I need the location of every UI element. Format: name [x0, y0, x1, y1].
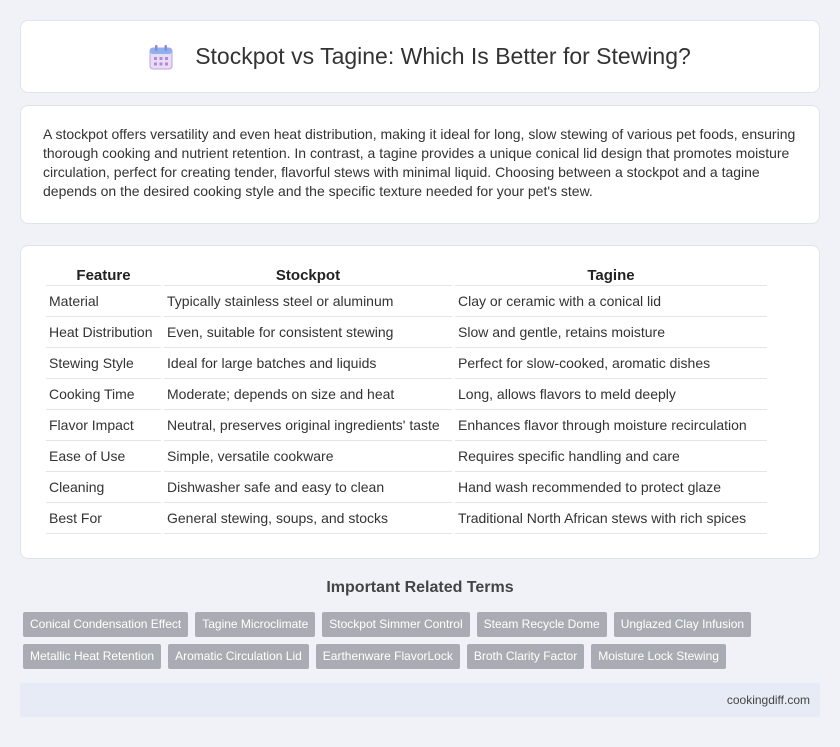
stockpot-cell: General stewing, soups, and stocks [164, 503, 452, 534]
tag-link[interactable]: Moisture Lock Stewing [591, 644, 726, 669]
feature-cell: Material [46, 286, 161, 317]
table-row: Flavor Impact Neutral, preserves origina… [46, 410, 767, 441]
tagine-cell: Clay or ceramic with a conical lid [455, 286, 767, 317]
intro-card: A stockpot offers versatility and even h… [20, 105, 820, 224]
column-header-stockpot: Stockpot [164, 266, 452, 286]
tagine-cell: Traditional North African stews with ric… [455, 503, 767, 534]
tag-row: Metallic Heat Retention Aromatic Circula… [23, 644, 823, 669]
tagine-cell: Slow and gentle, retains moisture [455, 317, 767, 348]
feature-cell: Flavor Impact [46, 410, 161, 441]
stockpot-cell: Even, suitable for consistent stewing [164, 317, 452, 348]
tag-link[interactable]: Aromatic Circulation Lid [168, 644, 309, 669]
tag-link[interactable]: Stockpot Simmer Control [322, 612, 470, 637]
title-card: Stockpot vs Tagine: Which Is Better for … [20, 20, 820, 93]
column-header-feature: Feature [46, 266, 161, 286]
tag-link[interactable]: Earthenware FlavorLock [315, 644, 460, 669]
intro-paragraph: A stockpot offers versatility and even h… [43, 126, 796, 199]
page-title: Stockpot vs Tagine: Which Is Better for … [195, 43, 691, 69]
table-row: Best For General stewing, soups, and sto… [46, 503, 767, 534]
tagine-cell: Enhances flavor through moisture recircu… [455, 410, 767, 441]
table-row: Ease of Use Simple, versatile cookware R… [46, 441, 767, 472]
footer-site-link[interactable]: cookingdiff.com [727, 693, 810, 707]
tag-link[interactable]: Broth Clarity Factor [466, 644, 585, 669]
table-row: Material Typically stainless steel or al… [46, 286, 767, 317]
feature-cell: Stewing Style [46, 348, 161, 379]
table-header-row: Feature Stockpot Tagine [46, 266, 767, 286]
tag-link[interactable]: Metallic Heat Retention [23, 644, 162, 669]
tagine-cell: Requires specific handling and care [455, 441, 767, 472]
comparison-table: Feature Stockpot Tagine Material Typical… [43, 266, 770, 534]
tagine-cell: Hand wash recommended to protect glaze [455, 472, 767, 503]
stockpot-cell: Simple, versatile cookware [164, 441, 452, 472]
table-row: Cooking Time Moderate; depends on size a… [46, 379, 767, 410]
stockpot-cell: Typically stainless steel or aluminum [164, 286, 452, 317]
feature-cell: Ease of Use [46, 441, 161, 472]
tag-row: Conical Condensation Effect Tagine Micro… [23, 612, 823, 637]
feature-cell: Heat Distribution [46, 317, 161, 348]
stockpot-cell: Ideal for large batches and liquids [164, 348, 452, 379]
tagine-cell: Perfect for slow-cooked, aromatic dishes [455, 348, 767, 379]
tag-link[interactable]: Unglazed Clay Infusion [613, 612, 752, 637]
table-row: Stewing Style Ideal for large batches an… [46, 348, 767, 379]
tag-link[interactable]: Steam Recycle Dome [476, 612, 607, 637]
column-header-tagine: Tagine [455, 266, 767, 286]
calendar-icon [149, 44, 173, 70]
title-wrap: Stockpot vs Tagine: Which Is Better for … [149, 43, 691, 70]
tag-link[interactable]: Tagine Microclimate [195, 612, 316, 637]
feature-cell: Cooking Time [46, 379, 161, 410]
table-row: Heat Distribution Even, suitable for con… [46, 317, 767, 348]
tag-link[interactable]: Conical Condensation Effect [23, 612, 189, 637]
comparison-card: Feature Stockpot Tagine Material Typical… [20, 245, 820, 559]
related-terms-title: Important Related Terms [326, 579, 514, 596]
table-row: Cleaning Dishwasher safe and easy to cle… [46, 472, 767, 503]
tagine-cell: Long, allows flavors to meld deeply [455, 379, 767, 410]
footer: cookingdiff.com [20, 683, 820, 717]
stockpot-cell: Moderate; depends on size and heat [164, 379, 452, 410]
stockpot-cell: Dishwasher safe and easy to clean [164, 472, 452, 503]
feature-cell: Cleaning [46, 472, 161, 503]
feature-cell: Best For [46, 503, 161, 534]
stockpot-cell: Neutral, preserves original ingredients'… [164, 410, 452, 441]
related-terms: Conical Condensation Effect Tagine Micro… [23, 612, 823, 676]
